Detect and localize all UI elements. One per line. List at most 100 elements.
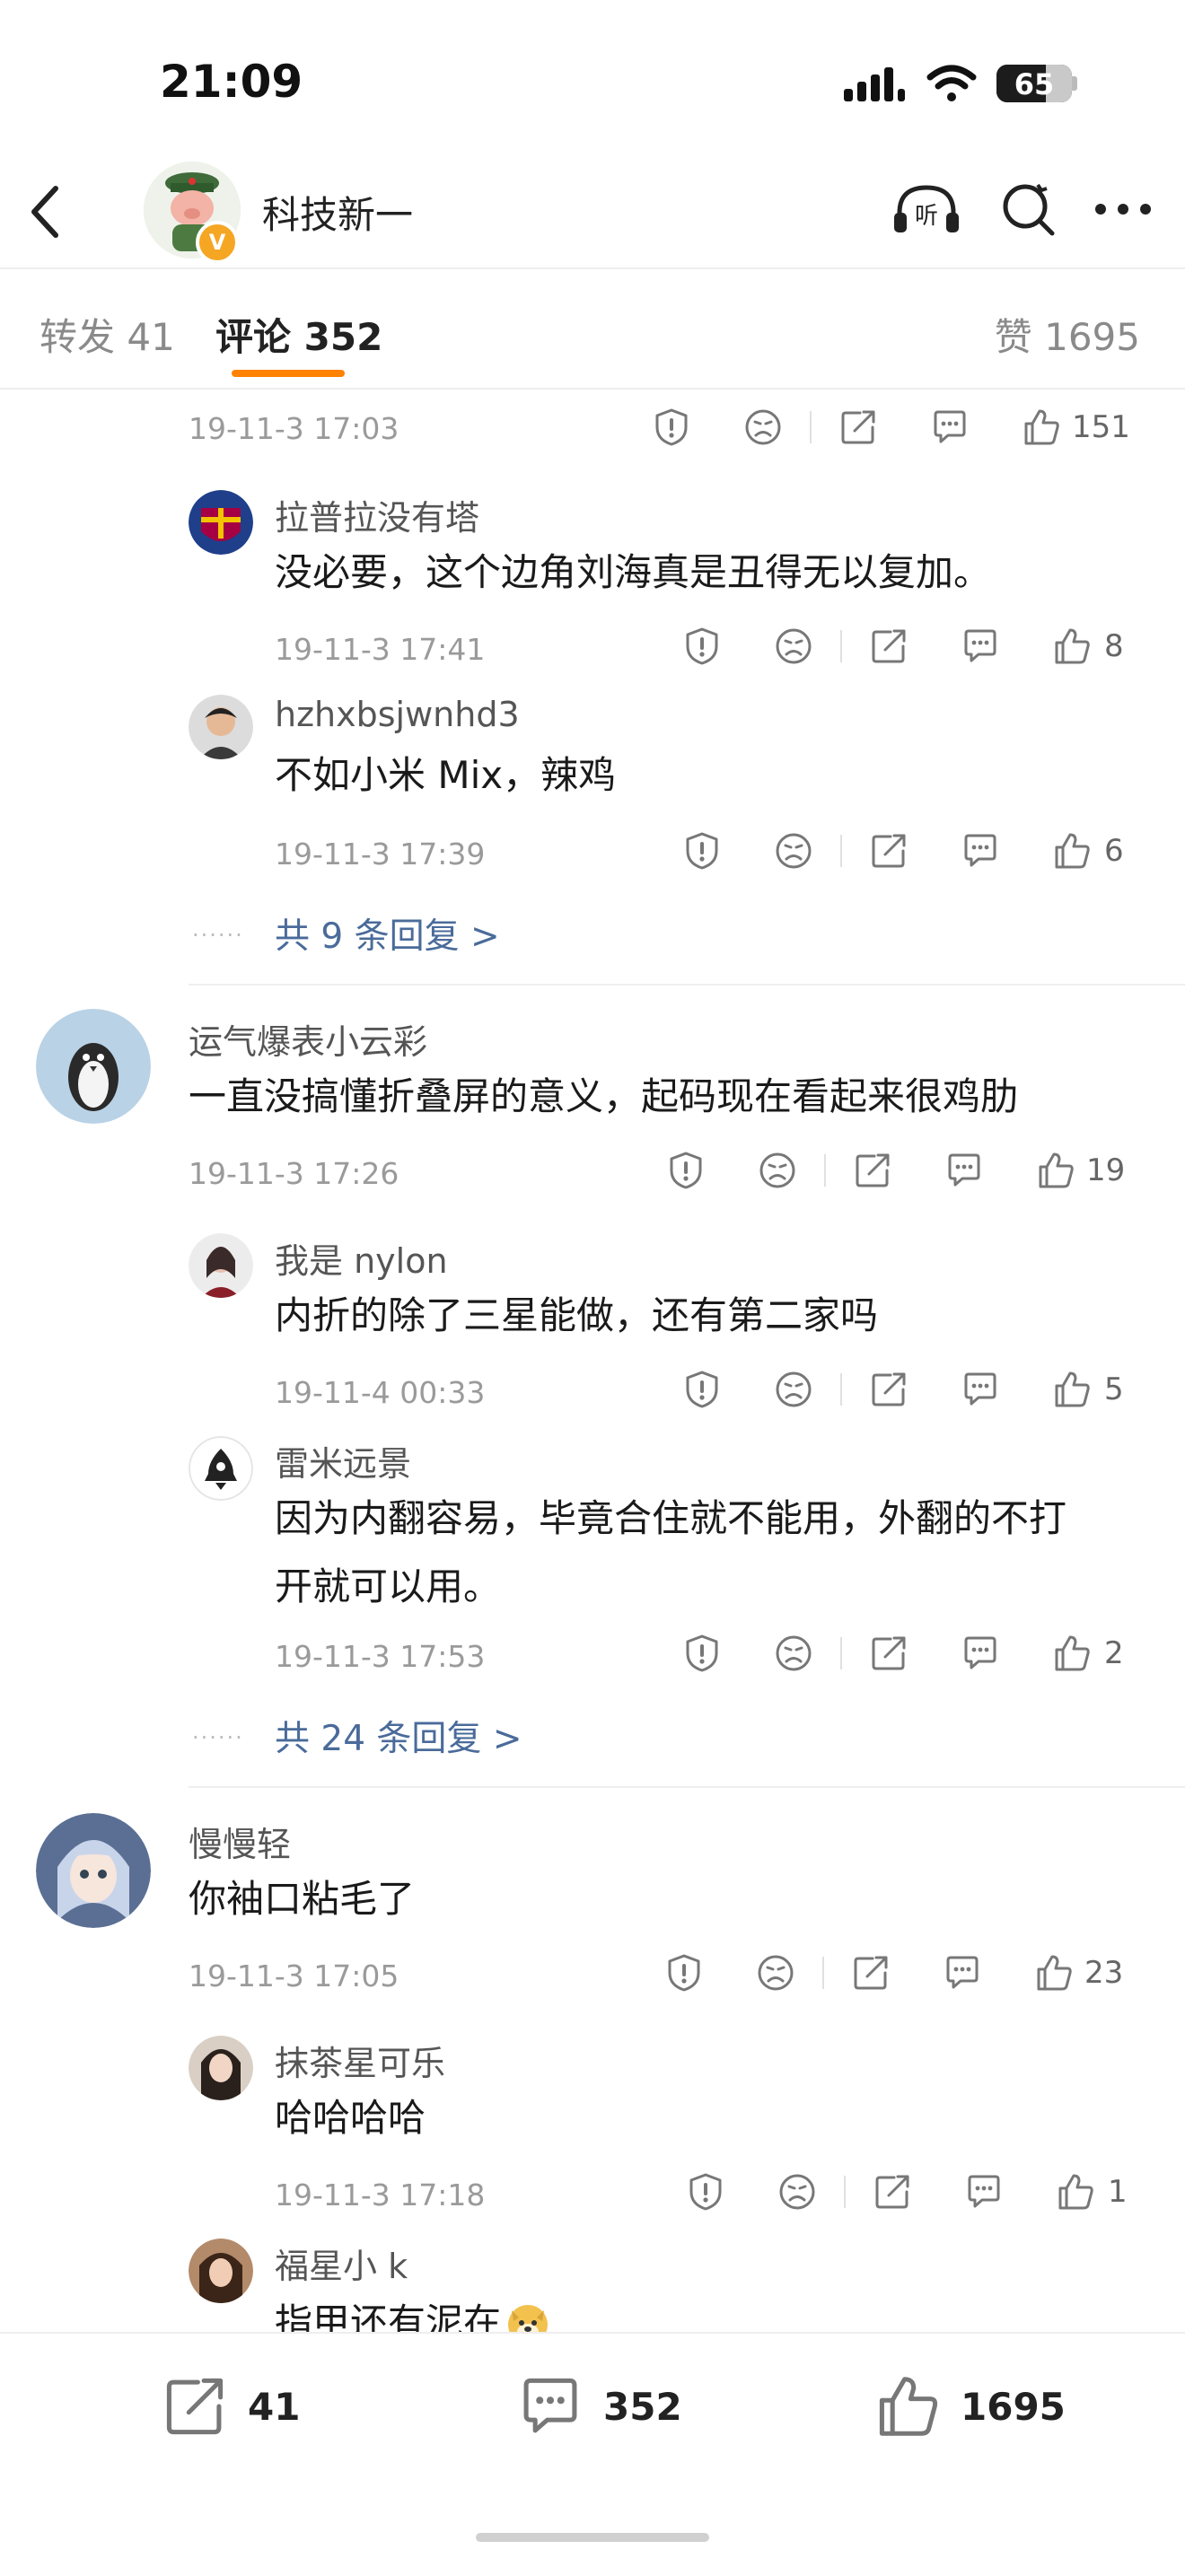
dislike-icon[interactable]: [758, 1151, 797, 1190]
reply-actions: 8: [682, 626, 1124, 666]
reply-actions: 6: [682, 831, 1124, 871]
repost-button[interactable]: 41: [160, 2373, 300, 2440]
share-icon[interactable]: [853, 1151, 892, 1190]
avatar[interactable]: [36, 1813, 151, 1928]
avatar[interactable]: [189, 2239, 253, 2303]
top-nav: V 科技新一 听: [0, 153, 1185, 267]
tab-likes[interactable]: 赞 1695: [995, 307, 1140, 362]
comment-icon[interactable]: [930, 407, 970, 447]
share-icon[interactable]: [838, 407, 878, 447]
battery-icon: 65: [996, 65, 1077, 102]
reply-actions: 1: [686, 2172, 1128, 2212]
like-count: 1: [1108, 2174, 1128, 2210]
avatar[interactable]: [189, 1233, 253, 1298]
dislike-icon[interactable]: [756, 1953, 795, 1993]
like-button[interactable]: 2: [1052, 1634, 1124, 1673]
reply-author[interactable]: 我是 nylon: [275, 1233, 448, 1283]
reply-text: 哈哈哈哈: [275, 2096, 426, 2140]
like-button[interactable]: 1: [1056, 2172, 1128, 2212]
signal-icon: [844, 67, 905, 101]
like-icon: [1036, 1151, 1075, 1190]
more-replies-link[interactable]: 共 9 条回复 >: [275, 908, 500, 959]
share-icon[interactable]: [869, 626, 908, 666]
bottom-action-bar: 41 352 1695: [0, 2332, 1185, 2576]
status-bar: 21:09 65: [0, 0, 1185, 153]
like-count: 2: [1104, 1635, 1124, 1671]
report-icon[interactable]: [682, 626, 722, 666]
battery-level: 65: [1014, 67, 1055, 101]
comment-icon[interactable]: [964, 2172, 1004, 2212]
comment-author[interactable]: 慢慢轻: [189, 1817, 291, 1866]
report-icon[interactable]: [652, 407, 691, 447]
comment-icon[interactable]: [944, 1151, 984, 1190]
reply-time: 19-11-4 00:33: [275, 1375, 486, 1410]
comment-author[interactable]: 运气爆表小云彩: [189, 1014, 427, 1064]
comment-text: 一直没搞懂折叠屏的意义，起码现在看起来很鸡肋: [189, 1074, 1019, 1118]
reply-author[interactable]: 拉普拉没有塔: [275, 490, 479, 539]
avatar[interactable]: [189, 695, 253, 759]
dislike-icon[interactable]: [774, 1370, 813, 1409]
share-icon[interactable]: [851, 1953, 891, 1993]
report-icon[interactable]: [666, 1151, 706, 1190]
dislike-icon[interactable]: [774, 831, 813, 871]
report-icon[interactable]: [664, 1953, 704, 1993]
avatar[interactable]: [36, 1009, 151, 1124]
share-icon[interactable]: [869, 831, 908, 871]
more-dots: ······: [192, 923, 244, 948]
more-replies-link[interactable]: 共 24 条回复 >: [275, 1711, 522, 1761]
reply-author[interactable]: 福星小 k: [275, 2239, 408, 2288]
dislike-icon[interactable]: [774, 1634, 813, 1673]
svg-text:听: 听: [915, 203, 938, 230]
avatar[interactable]: [189, 2036, 253, 2100]
avatar[interactable]: [189, 490, 253, 555]
reply-time: 19-11-3 17:41: [275, 632, 486, 667]
share-icon[interactable]: [869, 1370, 908, 1409]
comment-feed[interactable]: 19-11-3 17:03 151 拉普拉没有塔 没必要，这个边角刘海真是丑得无…: [0, 388, 1185, 2332]
like-count: 8: [1104, 628, 1124, 664]
report-icon[interactable]: [682, 1370, 722, 1409]
like-icon: [1052, 626, 1092, 666]
like-button[interactable]: 19: [1036, 1151, 1125, 1190]
reply-author[interactable]: hzhxbsjwnhd3: [275, 695, 520, 734]
status-time: 21:09: [160, 56, 303, 108]
back-icon[interactable]: [25, 183, 65, 241]
like-button[interactable]: 23: [1034, 1953, 1123, 1993]
comment-button[interactable]: 352: [515, 2373, 682, 2440]
comment-actions: 151: [652, 407, 1130, 447]
reply-author[interactable]: 雷米远景: [275, 1436, 411, 1485]
like-button[interactable]: 1695: [873, 2373, 1066, 2440]
more-icon[interactable]: [1093, 200, 1153, 218]
comment-time: 19-11-3 17:05: [189, 1958, 399, 1993]
like-button[interactable]: 6: [1052, 831, 1124, 871]
comment-icon[interactable]: [943, 1953, 982, 1993]
comment-icon[interactable]: [961, 1370, 1000, 1409]
dislike-icon[interactable]: [774, 626, 813, 666]
reply-author[interactable]: 抹茶星可乐: [275, 2036, 445, 2085]
comment-icon[interactable]: [961, 1634, 1000, 1673]
like-icon: [1052, 1370, 1092, 1409]
like-count: 19: [1086, 1152, 1126, 1188]
avatar[interactable]: [189, 1436, 253, 1501]
dislike-icon[interactable]: [777, 2172, 817, 2212]
repost-count: 41: [248, 2384, 301, 2429]
comment-icon[interactable]: [961, 831, 1000, 871]
reply-text: 没必要，这个边角刘海真是丑得无以复加。: [275, 550, 992, 594]
report-icon[interactable]: [682, 831, 722, 871]
share-icon[interactable]: [869, 1634, 908, 1673]
report-icon[interactable]: [686, 2172, 725, 2212]
search-icon[interactable]: [998, 180, 1058, 239]
comment-time: 19-11-3 17:26: [189, 1156, 399, 1191]
reply-text: 不如小米 Mix，辣鸡: [275, 753, 617, 797]
like-button[interactable]: 8: [1052, 626, 1124, 666]
tab-repost[interactable]: 转发 41: [40, 307, 175, 362]
like-button[interactable]: 5: [1052, 1370, 1124, 1409]
comment-icon: [515, 2373, 585, 2440]
dislike-icon[interactable]: [743, 407, 783, 447]
report-icon[interactable]: [682, 1634, 722, 1673]
listen-icon[interactable]: 听: [891, 180, 962, 238]
like-icon: [1052, 1634, 1092, 1673]
tab-comments[interactable]: 评论 352: [215, 307, 382, 362]
comment-icon[interactable]: [961, 626, 1000, 666]
like-button[interactable]: 151: [1022, 407, 1130, 447]
share-icon[interactable]: [873, 2172, 912, 2212]
